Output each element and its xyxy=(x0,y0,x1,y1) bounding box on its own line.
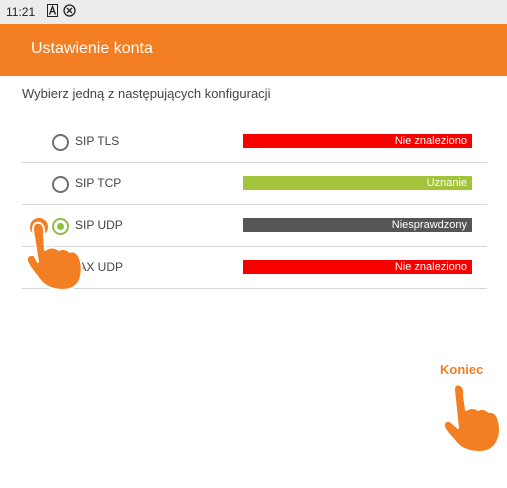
font-a-icon xyxy=(47,4,58,20)
finish-button[interactable]: Koniec xyxy=(440,362,483,377)
option-row-sip-tls[interactable]: SIP TLS Nie znaleziono xyxy=(22,121,487,163)
page-title: Ustawienie konta xyxy=(31,40,153,57)
option-label: SIP TLS xyxy=(75,134,120,148)
app-bar: Ustawienie konta xyxy=(0,24,507,76)
status-badge: Nie znaleziono xyxy=(243,134,472,148)
option-label: SIP TCP xyxy=(75,176,122,190)
pointing-hand-icon xyxy=(440,380,504,459)
status-badge: Nie znaleziono xyxy=(243,260,472,274)
instruction-text: Wybierz jedną z następujących konfigurac… xyxy=(22,86,271,101)
close-circle-icon xyxy=(63,4,76,20)
pointing-hand-icon xyxy=(23,210,89,297)
radio-sip-tls[interactable] xyxy=(52,134,69,151)
status-badge: Niesprawdzony xyxy=(243,218,472,232)
status-badge: Uznanie xyxy=(243,176,472,190)
option-row-iax-udp[interactable]: IAX UDP Nie znaleziono xyxy=(22,247,487,289)
status-bar: 11:21 xyxy=(0,0,507,24)
radio-sip-tcp[interactable] xyxy=(52,176,69,193)
option-row-sip-udp[interactable]: SIP UDP Niesprawdzony xyxy=(22,205,487,247)
status-time: 11:21 xyxy=(6,5,36,19)
option-row-sip-tcp[interactable]: SIP TCP Uznanie xyxy=(22,163,487,205)
